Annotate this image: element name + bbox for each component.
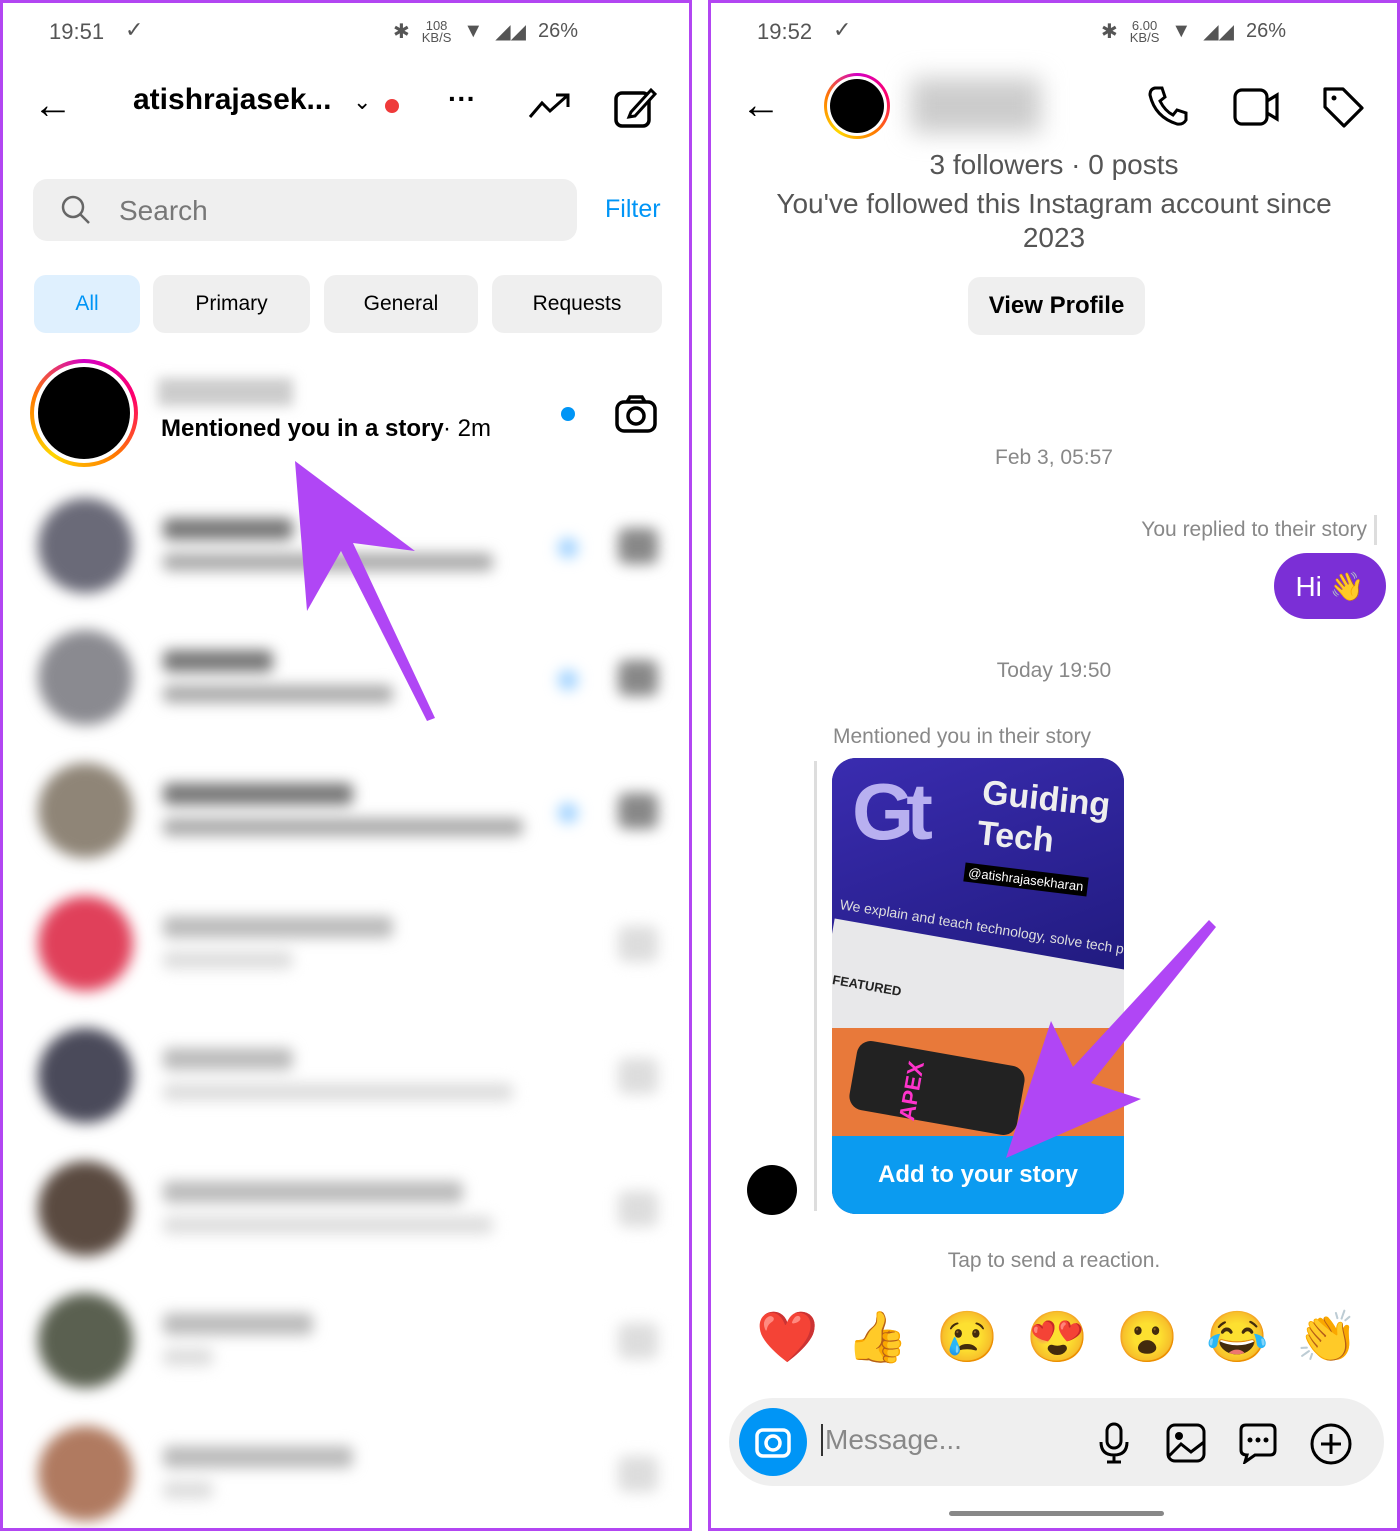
reaction-thumbs-up[interactable]: 👍: [846, 1308, 908, 1367]
camera-icon: [755, 1428, 791, 1458]
chat-screen: 19:52 ✓ ✱ 6.00 KB/S ▼ ◢◢ 26% ← 3 follower…: [708, 0, 1400, 1531]
reaction-laughing[interactable]: 😂: [1206, 1308, 1268, 1367]
reaction-prompt: Tap to send a reaction.: [947, 1249, 1161, 1272]
reaction-heart[interactable]: ❤️: [756, 1308, 818, 1367]
microphone-icon[interactable]: [1097, 1422, 1131, 1464]
reaction-clap[interactable]: 👏: [1296, 1308, 1358, 1367]
reaction-crying[interactable]: 😢: [936, 1308, 998, 1367]
chat-row-blurred[interactable]: [33, 891, 673, 1001]
chat-row-blurred[interactable]: [33, 758, 673, 868]
reaction-surprised[interactable]: 😮: [1116, 1308, 1178, 1367]
gallery-icon[interactable]: [1165, 1422, 1207, 1464]
annotation-arrow: [295, 461, 435, 721]
sticker-chat-icon[interactable]: [1237, 1422, 1279, 1464]
chat-row-blurred[interactable]: [33, 1288, 673, 1398]
inbox-screen: 19:51 ✓ ✱ 108 KB/S ▼ ◢◢ 26% ← atishrajase…: [0, 0, 692, 1531]
camera-button[interactable]: [739, 1408, 807, 1476]
add-icon[interactable]: [1309, 1422, 1353, 1466]
message-input[interactable]: Message...: [821, 1424, 962, 1456]
chat-row-blurred[interactable]: [33, 1421, 673, 1528]
message-composer: Message...: [729, 1398, 1384, 1486]
chat-row-blurred[interactable]: [33, 1023, 673, 1133]
annotation-arrow: [1006, 920, 1216, 1158]
chat-row-blurred[interactable]: [33, 1156, 673, 1266]
home-indicator[interactable]: [949, 1511, 1164, 1516]
reaction-heart-eyes[interactable]: 😍: [1026, 1308, 1088, 1367]
